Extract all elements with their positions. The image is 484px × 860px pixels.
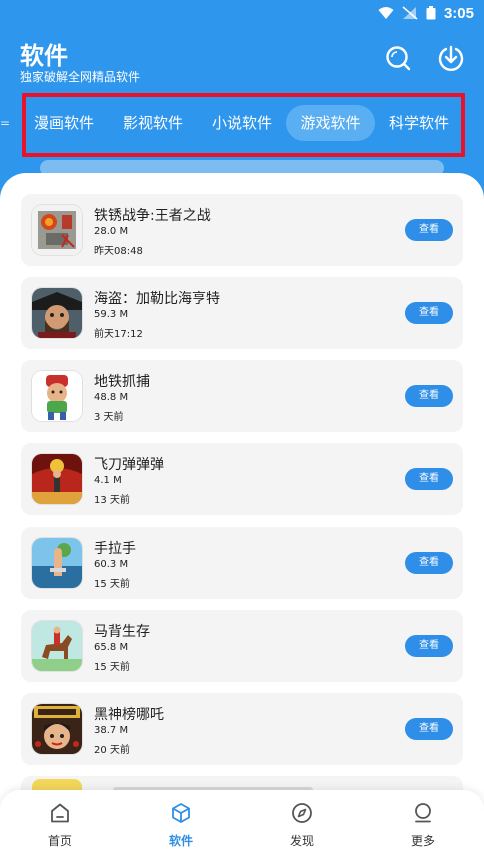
app-size: 28.0 M [94, 226, 129, 237]
nav-software[interactable]: 软件 [151, 802, 211, 849]
app-time: 3 天前 [94, 412, 124, 423]
view-button[interactable]: 查看 [405, 552, 453, 574]
app-icon-subway-catch [32, 371, 82, 421]
app-name: 海盗：加勒比海亨特 [94, 291, 220, 307]
nav-label: 发现 [289, 834, 314, 848]
app-icon-pirate-hunter [32, 288, 82, 338]
download-icon [438, 45, 464, 71]
search-button[interactable] [384, 44, 412, 72]
nav-discover[interactable]: 发现 [272, 802, 332, 849]
nav-label: 软件 [168, 834, 193, 848]
more-icon [415, 803, 431, 823]
app-time: 15 天前 [94, 662, 130, 673]
view-button[interactable]: 查看 [405, 635, 453, 657]
view-button[interactable]: 查看 [405, 718, 453, 740]
view-button[interactable]: 查看 [405, 468, 453, 490]
app-card[interactable]: 铁锈战争:王者之战 28.0 M 昨天08:48 查看 [21, 194, 463, 266]
app-name: 黑神榜哪吒 [94, 707, 164, 723]
app-card[interactable]: 黑神榜哪吒 38.7 M 20 天前 查看 [21, 693, 463, 765]
app-size: 60.3 M [94, 559, 129, 570]
view-button[interactable]: 查看 [405, 302, 453, 324]
app-icon-flying-knife [32, 454, 82, 504]
app-size: 38.7 M [94, 725, 129, 736]
app-size: 48.8 M [94, 392, 129, 403]
status-bar: 3:05 [0, 0, 484, 26]
nav-label: 更多 [410, 834, 435, 848]
app-icon-nezha [32, 704, 82, 754]
app-size: 65.8 M [94, 642, 129, 653]
app-time: 前天17:12 [94, 329, 143, 340]
app-icon-hand-in-hand [32, 538, 82, 588]
app-time: 13 天前 [94, 495, 130, 506]
app-name: 马背生存 [94, 624, 150, 640]
battery-icon [426, 6, 436, 20]
nav-more[interactable]: 更多 [393, 802, 453, 849]
nav-home[interactable]: 首页 [30, 802, 90, 849]
app-time: 15 天前 [94, 579, 130, 590]
nav-label: 首页 [47, 834, 72, 848]
wifi-icon [378, 7, 394, 19]
app-card[interactable]: 马背生存 65.8 M 15 天前 查看 [21, 610, 463, 682]
tab-scroll-edge: = [0, 116, 11, 130]
app-card[interactable]: 飞刀弹弹弹 4.1 M 13 天前 查看 [21, 443, 463, 515]
page-title: 软件 [20, 42, 68, 70]
cube-icon [172, 803, 190, 823]
home-icon [51, 803, 69, 823]
app-size: 59.3 M [94, 309, 129, 320]
app-card[interactable]: 海盗：加勒比海亨特 59.3 M 前天17:12 查看 [21, 277, 463, 349]
tabs-highlight-box [22, 93, 465, 157]
app-name: 手拉手 [94, 541, 136, 557]
app-name: 铁锈战争:王者之战 [94, 208, 211, 224]
app-card[interactable]: 地铁抓捕 48.8 M 3 天前 查看 [21, 360, 463, 432]
view-button[interactable]: 查看 [405, 219, 453, 241]
bottom-nav: 首页 软件 发现 更多 [0, 790, 484, 860]
app-name: 飞刀弹弹弹 [94, 457, 164, 473]
compass-icon [292, 803, 312, 823]
app-icon-rusted-warfare [32, 205, 82, 255]
app-name: 地铁抓捕 [94, 374, 150, 390]
app-icon-horseback-survival [32, 621, 82, 671]
app-card[interactable]: 手拉手 60.3 M 15 天前 查看 [21, 527, 463, 599]
status-time: 3:05 [443, 4, 474, 22]
signal-icon [402, 6, 418, 20]
download-button[interactable] [437, 44, 465, 72]
app-time: 昨天08:48 [94, 246, 143, 257]
app-size: 4.1 M [94, 475, 122, 486]
page-subtitle: 独家破解全网精品软件 [20, 70, 141, 84]
view-button[interactable]: 查看 [405, 385, 453, 407]
app-time: 20 天前 [94, 745, 130, 756]
search-icon [386, 46, 411, 71]
